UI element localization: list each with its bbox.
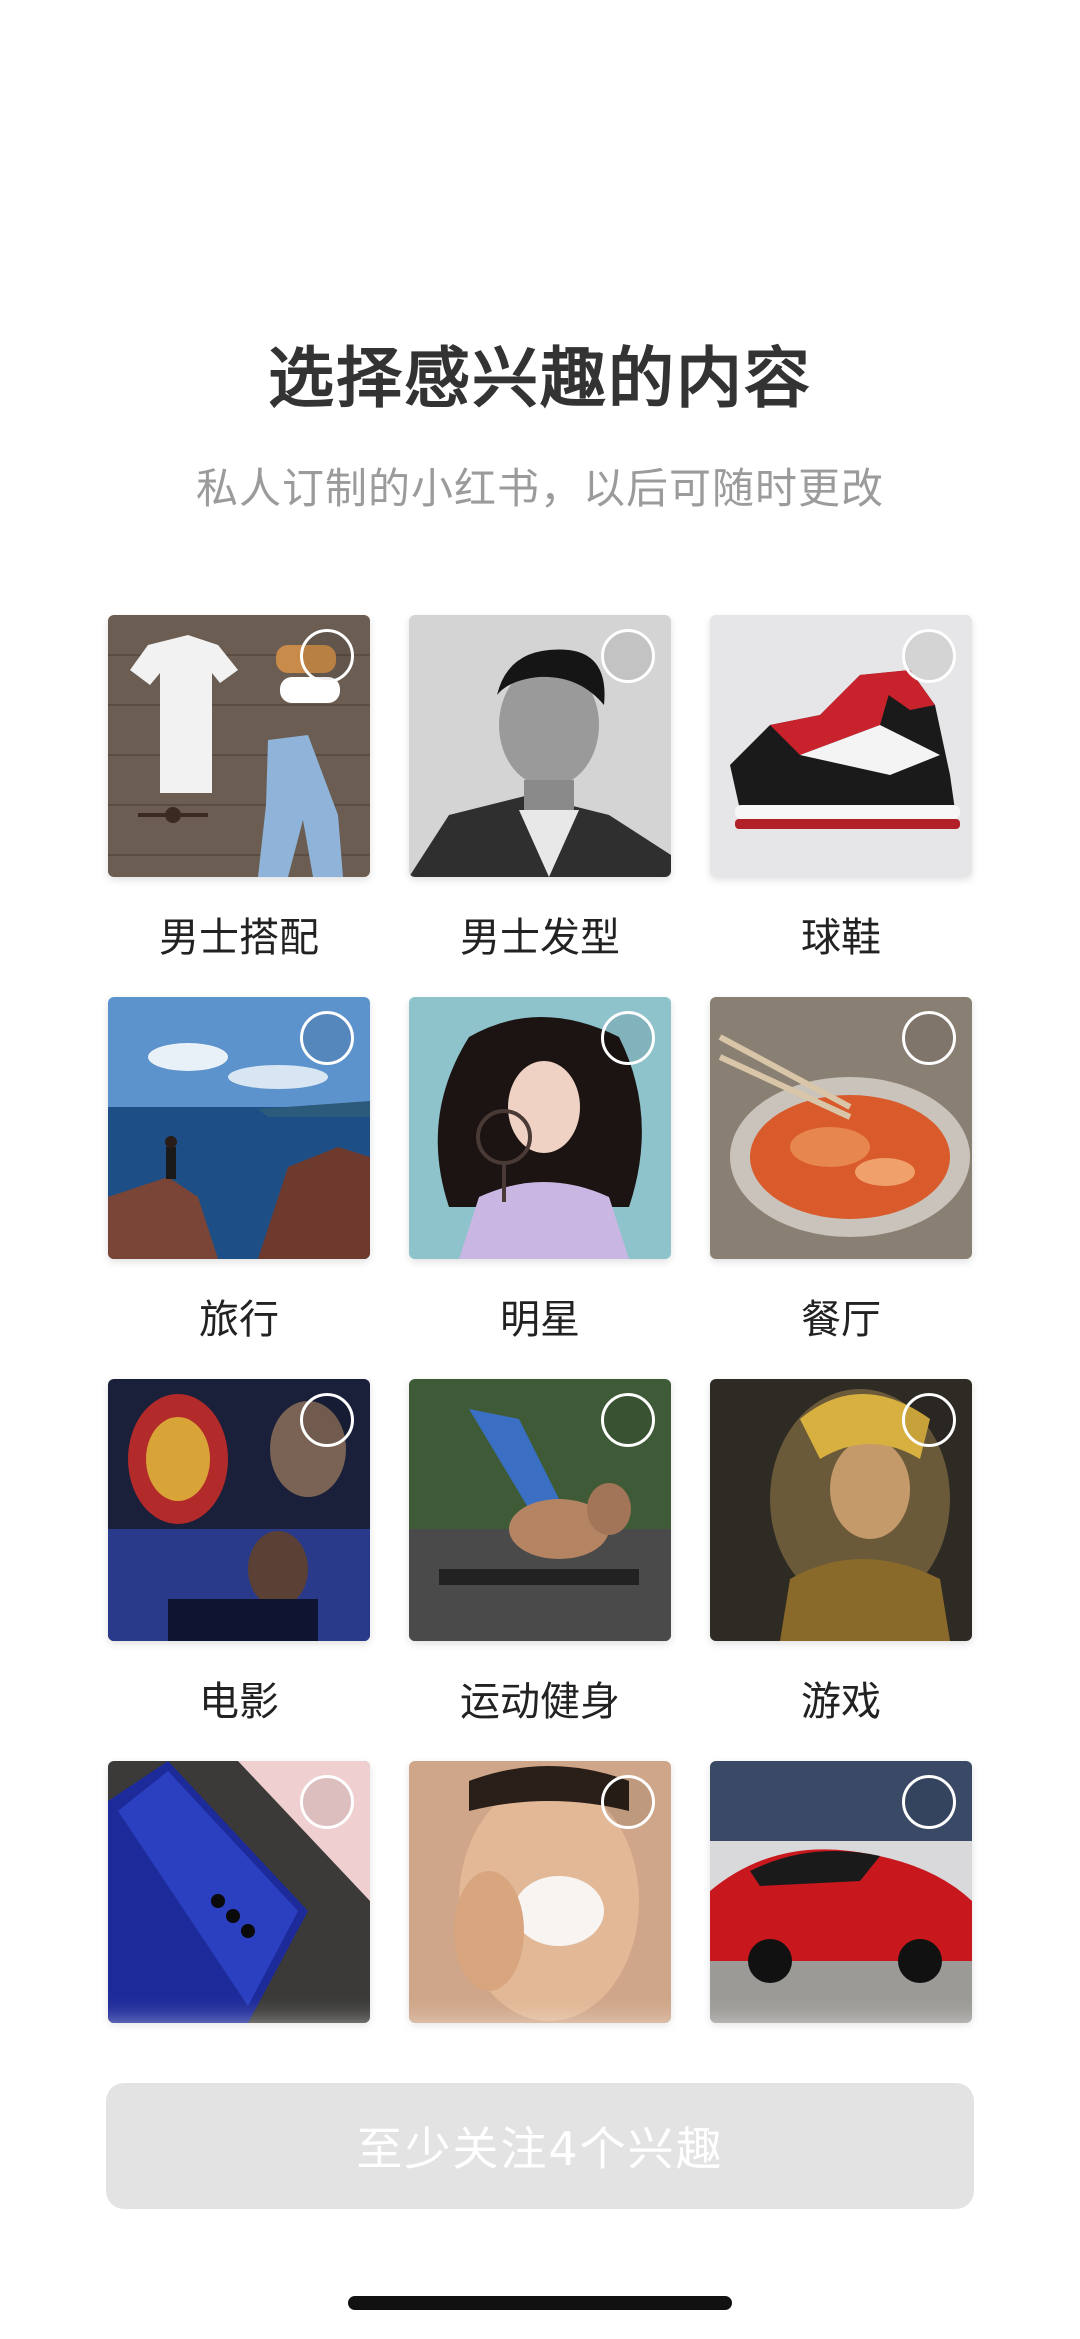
interest-label: 电影: [199, 1679, 279, 1725]
interest-label: 男士发型: [460, 915, 620, 961]
interest-label: 游戏: [801, 1679, 881, 1725]
home-indicator[interactable]: [348, 2296, 732, 2310]
interest-label: 餐厅: [801, 1297, 881, 1343]
select-circle-icon[interactable]: [601, 1011, 655, 1065]
select-circle-icon[interactable]: [902, 1011, 956, 1065]
select-circle-icon[interactable]: [601, 1775, 655, 1829]
select-circle-icon[interactable]: [300, 1011, 354, 1065]
select-circle-icon[interactable]: [601, 1393, 655, 1447]
select-circle-icon[interactable]: [300, 1775, 354, 1829]
select-circle-icon[interactable]: [300, 1393, 354, 1447]
follow-interests-button[interactable]: 至少关注4个兴趣: [106, 2083, 974, 2209]
interest-label: 运动健身: [460, 1679, 620, 1725]
select-circle-icon[interactable]: [902, 1393, 956, 1447]
select-circle-icon[interactable]: [902, 1775, 956, 1829]
page-subtitle: 私人订制的小红书，以后可随时更改: [195, 464, 884, 513]
select-circle-icon[interactable]: [902, 629, 956, 683]
interest-label: 旅行: [199, 1297, 279, 1343]
interest-label: 男士搭配: [159, 915, 319, 961]
select-circle-icon[interactable]: [300, 629, 354, 683]
interest-label: 明星: [500, 1297, 580, 1343]
select-circle-icon[interactable]: [601, 629, 655, 683]
interest-label: 球鞋: [801, 915, 881, 961]
page-title: 选择感兴趣的内容: [268, 340, 812, 417]
